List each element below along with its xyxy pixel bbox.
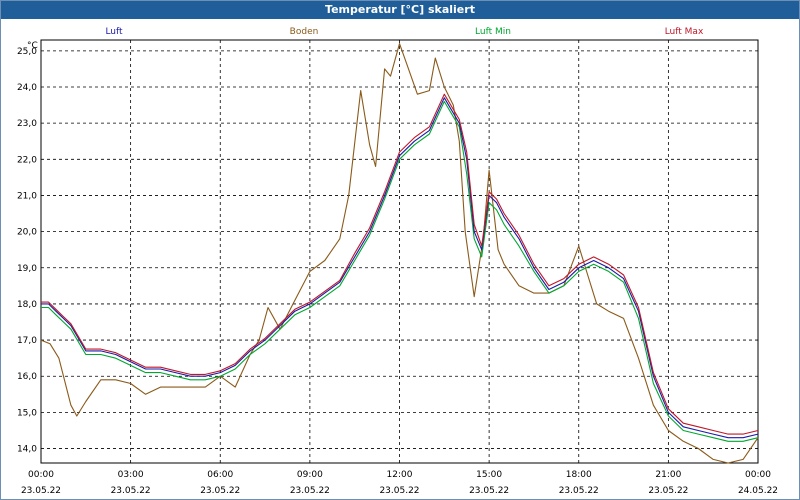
y-tick-label: 23,0: [17, 119, 37, 129]
x-tick-time: 12:00: [387, 470, 413, 480]
x-tick-time: 18:00: [566, 470, 592, 480]
y-tick-label: 18,0: [17, 300, 37, 310]
x-tick-date: 23.05.22: [379, 486, 419, 496]
x-tick-time: 15:00: [476, 470, 502, 480]
y-tick-label: 17,0: [17, 336, 37, 346]
chart-window: Temperatur [°C] skaliert 14,0 15,0 16,0 17,…: [0, 0, 800, 500]
y-tick-label: 21,0: [17, 191, 37, 201]
x-tick-time: 03:00: [118, 470, 144, 480]
temperature-chart: 14,0 15,0 16,0 17,0 18,0 19,0 20,0 21,0 22,0 23,0…: [17, 27, 778, 496]
x-tick-date: 23.05.22: [21, 486, 61, 496]
y-tick-label: 15,0: [17, 408, 37, 418]
legend-item: Luft: [105, 27, 123, 37]
x-tick-time: 09:00: [297, 470, 323, 480]
y-axis-label: °C: [27, 41, 38, 51]
x-tick-time: 06:00: [207, 470, 233, 480]
x-tick-date: 23.05.22: [559, 486, 599, 496]
legend-item: Luft Min: [475, 27, 511, 37]
y-tick-label: 22,0: [17, 155, 37, 165]
y-tick-label: 16,0: [17, 372, 37, 382]
x-tick-time: 00:00: [28, 470, 54, 480]
x-tick-date: 23.05.22: [290, 486, 330, 496]
legend-item: Boden: [290, 27, 319, 37]
y-tick-label: 14,0: [17, 445, 37, 455]
x-tick-date: 23.05.22: [469, 486, 509, 496]
x-tick-date: 23.05.22: [648, 486, 688, 496]
x-tick-date: 23.05.22: [111, 486, 151, 496]
y-tick-label: 24,0: [17, 83, 37, 93]
x-tick-date: 23.05.22: [200, 486, 240, 496]
y-tick-label: 20,0: [17, 228, 37, 238]
y-tick-label: 19,0: [17, 264, 37, 274]
x-tick-time: 21:00: [655, 470, 681, 480]
legend-item: Luft Max: [665, 27, 704, 37]
x-tick-time: 00:00: [745, 470, 771, 480]
x-tick-date: 24.05.22: [738, 486, 778, 496]
